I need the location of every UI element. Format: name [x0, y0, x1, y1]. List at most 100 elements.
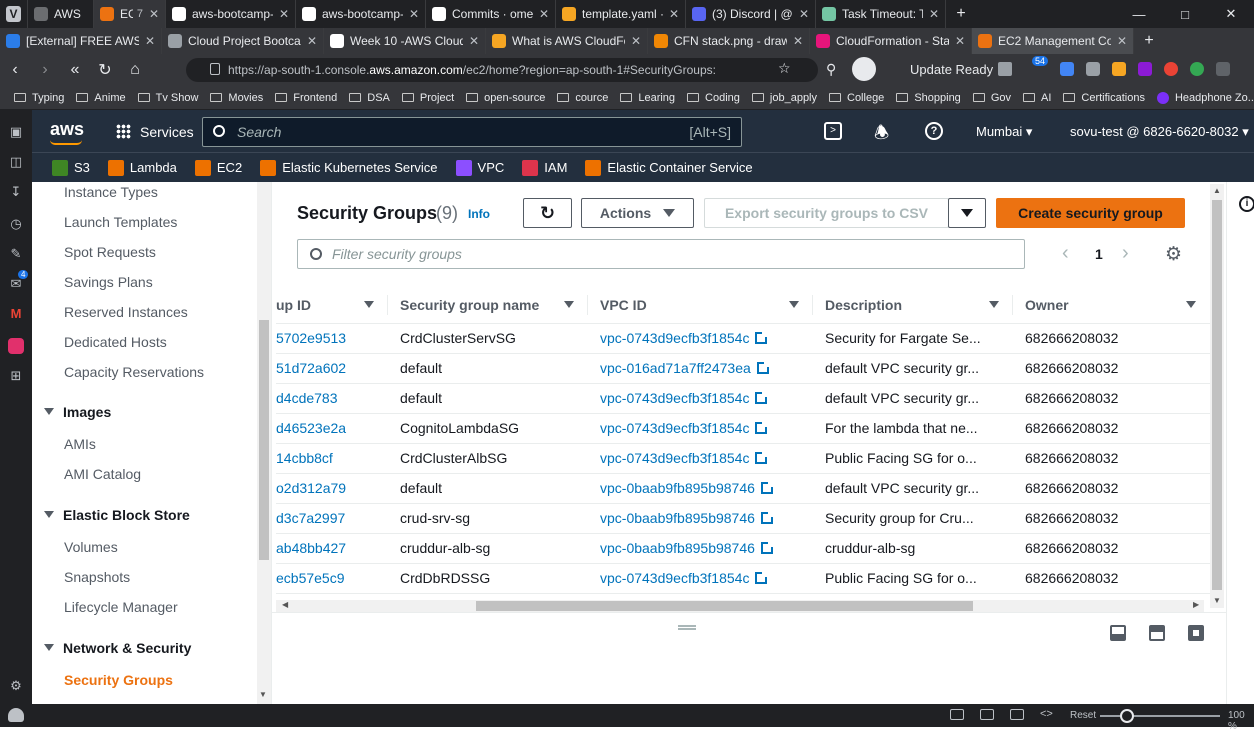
- bookmark-folder[interactable]: cource: [557, 92, 608, 104]
- favorite-service[interactable]: IAM: [522, 159, 567, 176]
- notes-icon[interactable]: ✎: [8, 246, 24, 262]
- browser-tab[interactable]: Week 10 -AWS CloudFo ✕: [324, 28, 486, 54]
- home-icon[interactable]: ⌂: [120, 61, 150, 79]
- browser-menu-icon[interactable]: V: [0, 0, 28, 28]
- browser-tab[interactable]: Commits · omer ✕: [426, 0, 556, 28]
- cell-group-id[interactable]: ecb57e5c9: [276, 563, 388, 594]
- bookmark-folder[interactable]: Shopping: [896, 92, 961, 104]
- table-row[interactable]: ecb57e5c9 CrdDbRDSSG vpc-0743d9ecfb3f1854c…: [276, 563, 1210, 594]
- info-panel-icon[interactable]: i: [1239, 196, 1254, 212]
- vscroll-up-icon[interactable]: ▲: [1213, 186, 1221, 195]
- bookmarks-panel-icon[interactable]: ▣: [8, 124, 24, 140]
- back-icon[interactable]: ‹: [0, 61, 30, 79]
- profile-avatar[interactable]: [852, 57, 876, 81]
- sidebar-item[interactable]: AMIs: [64, 436, 96, 452]
- sidebar-item[interactable]: Security Groups: [64, 672, 173, 688]
- external-link-icon[interactable]: [760, 511, 774, 524]
- help-icon[interactable]: ?: [925, 122, 943, 140]
- favorite-service[interactable]: EC2: [194, 159, 242, 176]
- table-row[interactable]: d3c7a2997 crud-srv-sg vpc-0baab9fb895b9874…: [276, 503, 1210, 534]
- browser-tab[interactable]: Task Timeout: Tr ✕: [816, 0, 946, 28]
- browser-tab[interactable]: (3) Discord | @a ✕: [686, 0, 816, 28]
- bookmark-folder[interactable]: Coding: [687, 92, 740, 104]
- bookmark-folder[interactable]: Movies: [210, 92, 263, 104]
- col-description[interactable]: Description: [813, 287, 1013, 324]
- region-selector[interactable]: Mumbai ▾: [976, 124, 1032, 140]
- refresh-button[interactable]: ↻: [523, 198, 572, 228]
- col-group-id[interactable]: up ID: [276, 287, 388, 324]
- table-row[interactable]: ab48bb427 cruddur-alb-sg vpc-0baab9fb895b9…: [276, 533, 1210, 564]
- bookmark-star-icon[interactable]: ☆: [778, 60, 791, 77]
- sidebar-scroll-thumb[interactable]: [259, 320, 269, 560]
- sidebar-item[interactable]: Dedicated Hosts: [64, 334, 167, 350]
- browser-tab[interactable]: CFN stack.png - draw.io ✕: [648, 28, 810, 54]
- ext-7-icon[interactable]: [1190, 62, 1204, 76]
- scroll-left-icon[interactable]: ◀: [282, 600, 288, 609]
- cell-group-id[interactable]: 51d72a602: [276, 353, 388, 384]
- cell-group-id[interactable]: ab48bb427: [276, 533, 388, 564]
- bookmark-folder[interactable]: open-source: [466, 92, 545, 104]
- scroll-right-icon[interactable]: ▶: [1193, 600, 1199, 609]
- notifications-bell-icon[interactable]: 🕭: [874, 120, 889, 149]
- sidebar-item[interactable]: Instance Types: [64, 184, 158, 200]
- close-window-icon[interactable]: ✕: [1208, 6, 1254, 22]
- cell-vpc-id[interactable]: vpc-0743d9ecfb3f1854c: [588, 383, 813, 414]
- reading-list-icon[interactable]: ◫: [8, 154, 24, 170]
- bookmark-folder[interactable]: Anime: [76, 92, 126, 104]
- bookmark-folder[interactable]: Gov: [972, 92, 1011, 104]
- status-camera-icon[interactable]: [950, 709, 964, 720]
- aws-logo[interactable]: aws: [50, 119, 84, 140]
- main-vertical-scroll-thumb[interactable]: [1212, 200, 1222, 590]
- url-field[interactable]: https://ap-south-1.console. aws.amazon.co…: [186, 58, 818, 82]
- tab-close-icon[interactable]: ✕: [279, 7, 289, 21]
- bookmark-folder[interactable]: Project: [401, 92, 454, 104]
- sidebar-item[interactable]: AMI Catalog: [64, 466, 141, 482]
- external-link-icon[interactable]: [755, 421, 769, 434]
- instagram-icon[interactable]: [8, 338, 24, 354]
- cell-vpc-id[interactable]: vpc-0baab9fb895b98746: [588, 473, 813, 504]
- sidebar-item[interactable]: Volumes: [64, 539, 118, 555]
- browser-tab[interactable]: EC2 Management Cons ✕: [972, 28, 1134, 54]
- ext-4-icon[interactable]: [1112, 62, 1126, 76]
- bookmark-folder[interactable]: Learing: [620, 92, 675, 104]
- sidebar-header-images[interactable]: Images: [44, 404, 111, 420]
- tab-close-icon[interactable]: ✕: [929, 7, 939, 21]
- split-bottom-icon[interactable]: [1110, 625, 1126, 641]
- cloudshell-icon[interactable]: >: [824, 122, 842, 140]
- ext-6-icon[interactable]: [1164, 62, 1178, 76]
- services-grid-icon[interactable]: [116, 124, 131, 139]
- ext-8-icon[interactable]: [1216, 62, 1230, 76]
- filter-security-groups-input[interactable]: Filter security groups: [297, 239, 1025, 269]
- tab-close-icon[interactable]: ✕: [955, 34, 965, 48]
- table-row[interactable]: 51d72a602 default vpc-016ad71a7ff2473ea def…: [276, 353, 1210, 384]
- sidebar-scroll-down-icon[interactable]: ▼: [259, 690, 267, 699]
- export-dropdown-button[interactable]: [948, 198, 986, 228]
- preferences-gear-icon[interactable]: ⚙: [1165, 243, 1182, 266]
- browser-tab[interactable]: template.yaml · ✕: [556, 0, 686, 28]
- tab-close-icon[interactable]: ✕: [799, 7, 809, 21]
- info-link[interactable]: Info: [468, 207, 490, 221]
- table-row[interactable]: o2d312a79 default vpc-0baab9fb895b98746 def…: [276, 473, 1210, 504]
- sidebar-item[interactable]: Reserved Instances: [64, 304, 188, 320]
- cell-vpc-id[interactable]: vpc-0743d9ecfb3f1854c: [588, 413, 813, 444]
- downloads-icon[interactable]: ↧: [8, 184, 24, 200]
- external-link-icon[interactable]: [755, 451, 769, 464]
- cell-group-id[interactable]: 14cbb8cf: [276, 443, 388, 474]
- ext-3-icon[interactable]: [1086, 62, 1100, 76]
- browser-tab[interactable]: AWS: [28, 0, 94, 28]
- cell-group-id[interactable]: 5702e9513: [276, 323, 388, 354]
- zoom-slider[interactable]: [1100, 715, 1220, 717]
- bookmark-folder[interactable]: Headphone Zo...: [1156, 91, 1254, 104]
- browser-tab[interactable]: aws-bootcamp- ✕: [296, 0, 426, 28]
- new-tab-2-icon[interactable]: +: [1134, 28, 1164, 54]
- settings-gear-icon[interactable]: ⚙: [8, 678, 24, 694]
- status-window-icon[interactable]: [1010, 709, 1024, 720]
- new-tab-icon[interactable]: +: [946, 0, 976, 28]
- zoom-reset-label[interactable]: Reset: [1070, 710, 1096, 721]
- cell-group-id[interactable]: d3c7a2997: [276, 503, 388, 534]
- services-menu[interactable]: Services: [140, 124, 194, 140]
- favorite-service[interactable]: Elastic Container Service: [585, 159, 753, 176]
- page-number[interactable]: 1: [1095, 246, 1103, 262]
- browser-tab[interactable]: Cloud Project Bootcam ✕: [162, 28, 324, 54]
- pane-resize-handle[interactable]: [678, 625, 696, 630]
